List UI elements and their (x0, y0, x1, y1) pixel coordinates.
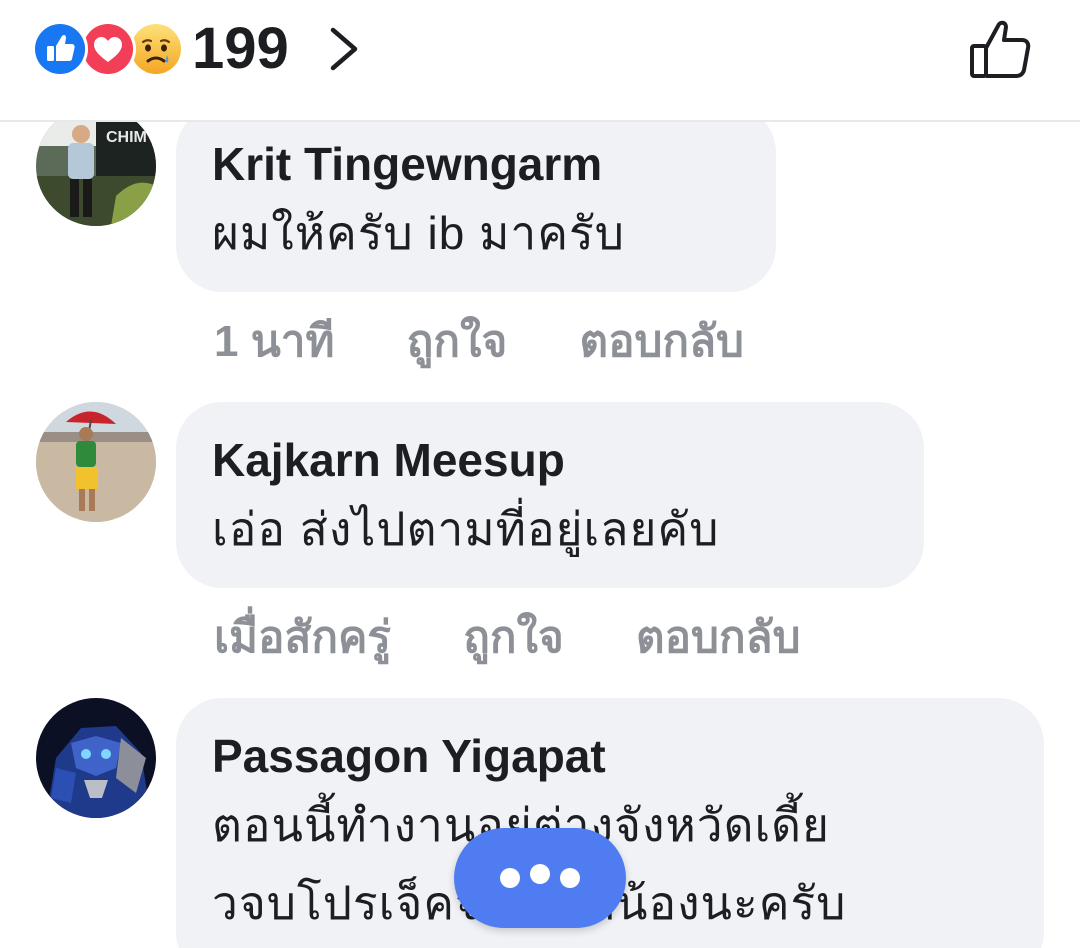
avatar[interactable]: CHIM (36, 106, 156, 226)
reply-button[interactable]: ตอบกลับ (580, 317, 744, 366)
comment-text: ผมให้ครับ ib มาครับ (212, 207, 625, 259)
comment-bubble[interactable]: Krit Tingewngarm ผมให้ครับ ib มาครับ (176, 106, 776, 292)
chevron-right-icon[interactable] (326, 24, 362, 74)
sad-icon (128, 21, 184, 77)
reply-button[interactable]: ตอบกลับ (636, 613, 800, 662)
love-icon (80, 21, 136, 77)
comment-actions: 1 นาที ถูกใจ ตอบกลับ (214, 306, 804, 376)
more-options-button[interactable] (454, 828, 626, 928)
comment-time: 1 นาที (214, 317, 335, 366)
comment-text: เอ่อ ส่งไปตามที่อยู่เลยคับ (212, 503, 720, 555)
avatar[interactable] (36, 698, 156, 818)
thumbs-up-icon[interactable] (966, 16, 1036, 82)
comment-bubble[interactable]: Kajkarn Meesup เอ่อ ส่งไปตามที่อยู่เลยคั… (176, 402, 924, 588)
dot-icon (560, 868, 580, 888)
reactions-summary[interactable] (32, 21, 192, 77)
comment-author[interactable]: Krit Tingewngarm (212, 134, 740, 194)
comment-author[interactable]: Passagon Yigapat (212, 726, 1008, 786)
like-button[interactable]: ถูกใจ (463, 613, 564, 662)
dot-icon (530, 864, 550, 884)
reaction-count[interactable]: 199 (192, 17, 289, 81)
comment-author[interactable]: Kajkarn Meesup (212, 430, 888, 490)
svg-text:CHIM: CHIM (106, 129, 147, 146)
comment-time: เมื่อสักครู่ (214, 613, 392, 662)
comments-screen: 199 CHIM Krit Tingewngarm ผมให้ครับ ib ม… (0, 0, 1080, 948)
dot-icon (500, 868, 520, 888)
like-icon (32, 21, 88, 77)
comment-actions: เมื่อสักครู่ ถูกใจ ตอบกลับ (214, 602, 861, 672)
reactions-header: 199 (0, 0, 1080, 122)
like-button[interactable]: ถูกใจ (407, 317, 508, 366)
avatar[interactable] (36, 402, 156, 522)
